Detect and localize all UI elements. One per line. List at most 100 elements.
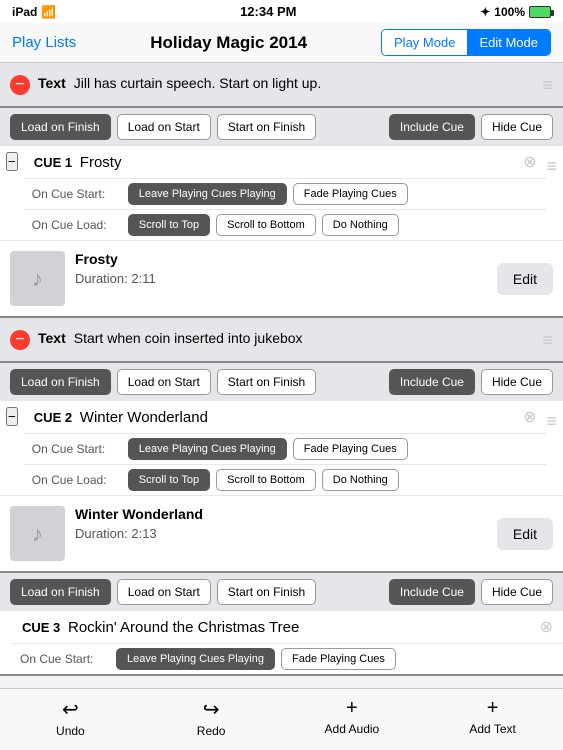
battery-icon <box>529 6 551 18</box>
mode-buttons: Play Mode Edit Mode <box>381 29 551 56</box>
page-title: Holiday Magic 2014 <box>150 33 307 53</box>
fade-playing-1[interactable]: Fade Playing Cues <box>293 183 408 205</box>
cue-3-label: CUE 3 <box>22 620 62 635</box>
hide-cue-3[interactable]: Hide Cue <box>481 579 553 605</box>
cue-2-load-label: On Cue Load: <box>32 473 122 487</box>
cue-2-detail: ♪ Winter Wonderland Duration: 2:13 Edit <box>0 495 563 571</box>
remove-cue-1[interactable]: − <box>6 152 18 171</box>
text-block-2: − Text Start when coin inserted into juk… <box>0 318 563 363</box>
cue-section-1: Load on Finish Load on Start Start on Fi… <box>0 108 563 318</box>
cue-2-close[interactable]: ⊗ <box>523 407 536 427</box>
text-label-1: Text <box>38 75 66 91</box>
scroll-bottom-1[interactable]: Scroll to Bottom <box>216 214 316 236</box>
leave-playing-1[interactable]: Leave Playing Cues Playing <box>128 183 287 205</box>
status-left: iPad 📶 <box>12 5 56 19</box>
start-on-finish-2[interactable]: Start on Finish <box>217 369 316 395</box>
redo-label: Redo <box>197 724 226 738</box>
load-on-finish-1[interactable]: Load on Finish <box>10 114 111 140</box>
load-on-start-1[interactable]: Load on Start <box>117 114 211 140</box>
cue-1-load-label: On Cue Load: <box>32 218 122 232</box>
cue-2-duration: Duration: 2:13 <box>75 526 487 541</box>
add-audio-button[interactable]: + Add Audio <box>322 697 382 738</box>
hide-cue-1[interactable]: Hide Cue <box>481 114 553 140</box>
cue-2-info: Winter Wonderland Duration: 2:13 <box>75 506 487 561</box>
play-mode-button[interactable]: Play Mode <box>382 30 467 55</box>
right-controls-1: Include Cue Hide Cue <box>389 114 553 140</box>
undo-button[interactable]: ↩ Undo <box>40 697 100 738</box>
include-cue-1[interactable]: Include Cue <box>389 114 475 140</box>
bluetooth-icon: ✦ <box>480 5 490 19</box>
back-button[interactable]: Play Lists <box>12 34 76 51</box>
cue-section-2: Load on Finish Load on Start Start on Fi… <box>0 363 563 573</box>
add-audio-label: Add Audio <box>325 722 380 736</box>
add-audio-icon: + <box>346 697 358 720</box>
cue-main-2: CUE 2 Winter Wonderland ⊗ On Cue Start: … <box>24 401 547 495</box>
drag-handle-1: ≡ <box>542 75 553 96</box>
cue-1-load-row: On Cue Load: Scroll to Top Scroll to Bot… <box>24 209 547 240</box>
cue-2-name: Winter Wonderland <box>80 409 517 426</box>
status-bar: iPad 📶 12:34 PM ✦ 100% <box>0 0 563 23</box>
text-content-2: Start when coin inserted into jukebox <box>74 330 535 346</box>
start-on-finish-1[interactable]: Start on Finish <box>217 114 316 140</box>
leave-playing-2[interactable]: Leave Playing Cues Playing <box>128 438 287 460</box>
load-on-finish-2[interactable]: Load on Finish <box>10 369 111 395</box>
add-text-button[interactable]: + Add Text <box>463 697 523 738</box>
cue-1-thumb: ♪ <box>10 251 65 306</box>
cue-section-3: Load on Finish Load on Start Start on Fi… <box>0 573 563 676</box>
cue-header-2: CUE 2 Winter Wonderland ⊗ <box>24 401 547 433</box>
cue-2-label: CUE 2 <box>34 410 74 425</box>
cue-header-row-3: CUE 3 Rockin' Around the Christmas Tree … <box>0 611 563 674</box>
cue-1-close[interactable]: ⊗ <box>523 152 536 172</box>
load-on-start-3[interactable]: Load on Start <box>117 579 211 605</box>
status-right: ✦ 100% <box>480 5 551 19</box>
fade-playing-2[interactable]: Fade Playing Cues <box>293 438 408 460</box>
text-label-2: Text <box>38 330 66 346</box>
load-on-start-2[interactable]: Load on Start <box>117 369 211 395</box>
undo-label: Undo <box>56 724 85 738</box>
cue-2-load-row: On Cue Load: Scroll to Top Scroll to Bot… <box>24 464 547 495</box>
cue-1-song-name: Frosty <box>75 251 487 267</box>
remove-col-1: − <box>0 146 24 240</box>
cue-2-start-row: On Cue Start: Leave Playing Cues Playing… <box>24 433 547 464</box>
redo-button[interactable]: ↪ Redo <box>181 697 241 738</box>
cue-2-thumb: ♪ <box>10 506 65 561</box>
edit-mode-button[interactable]: Edit Mode <box>467 30 550 55</box>
remove-cue-2[interactable]: − <box>6 407 18 426</box>
cue-2-start-label: On Cue Start: <box>32 442 122 456</box>
remove-text-block-2[interactable]: − <box>10 330 30 350</box>
cue-main-3: CUE 3 Rockin' Around the Christmas Tree … <box>12 611 563 674</box>
cue-controls-3: Load on Finish Load on Start Start on Fi… <box>0 573 563 611</box>
cue-controls-2: Load on Finish Load on Start Start on Fi… <box>0 363 563 401</box>
cue-3-start-row: On Cue Start: Leave Playing Cues Playing… <box>12 643 563 674</box>
leave-playing-3[interactable]: Leave Playing Cues Playing <box>116 648 275 670</box>
cue-1-info: Frosty Duration: 2:11 <box>75 251 487 306</box>
redo-icon: ↪ <box>203 697 220 722</box>
cue-1-edit-button[interactable]: Edit <box>497 263 553 295</box>
add-text-label: Add Text <box>469 722 515 736</box>
load-on-finish-3[interactable]: Load on Finish <box>10 579 111 605</box>
do-nothing-1[interactable]: Do Nothing <box>322 214 399 236</box>
cue-main-1: CUE 1 Frosty ⊗ On Cue Start: Leave Playi… <box>24 146 547 240</box>
cue-1-start-label: On Cue Start: <box>32 187 122 201</box>
include-cue-3[interactable]: Include Cue <box>389 579 475 605</box>
include-cue-2[interactable]: Include Cue <box>389 369 475 395</box>
start-on-finish-3[interactable]: Start on Finish <box>217 579 316 605</box>
right-controls-2: Include Cue Hide Cue <box>389 369 553 395</box>
remove-text-block-1[interactable]: − <box>10 75 30 95</box>
do-nothing-2[interactable]: Do Nothing <box>322 469 399 491</box>
cue-header-row-1: − CUE 1 Frosty ⊗ On Cue Start: Leave Pla… <box>0 146 563 240</box>
fade-playing-3[interactable]: Fade Playing Cues <box>281 648 396 670</box>
hide-cue-2[interactable]: Hide Cue <box>481 369 553 395</box>
scroll-top-2[interactable]: Scroll to Top <box>128 469 210 491</box>
scroll-top-1[interactable]: Scroll to Top <box>128 214 210 236</box>
cue-2-song-name: Winter Wonderland <box>75 506 487 522</box>
cue-1-start-row: On Cue Start: Leave Playing Cues Playing… <box>24 178 547 209</box>
cue-1-duration: Duration: 2:11 <box>75 271 487 286</box>
cue-3-close[interactable]: ⊗ <box>540 617 553 637</box>
cue-2-edit-button[interactable]: Edit <box>497 518 553 550</box>
cue-1-name: Frosty <box>80 154 517 171</box>
text-content-1: Jill has curtain speech. Start on light … <box>74 75 535 91</box>
ipad-label: iPad <box>12 5 37 19</box>
cue-1-label: CUE 1 <box>34 155 74 170</box>
scroll-bottom-2[interactable]: Scroll to Bottom <box>216 469 316 491</box>
